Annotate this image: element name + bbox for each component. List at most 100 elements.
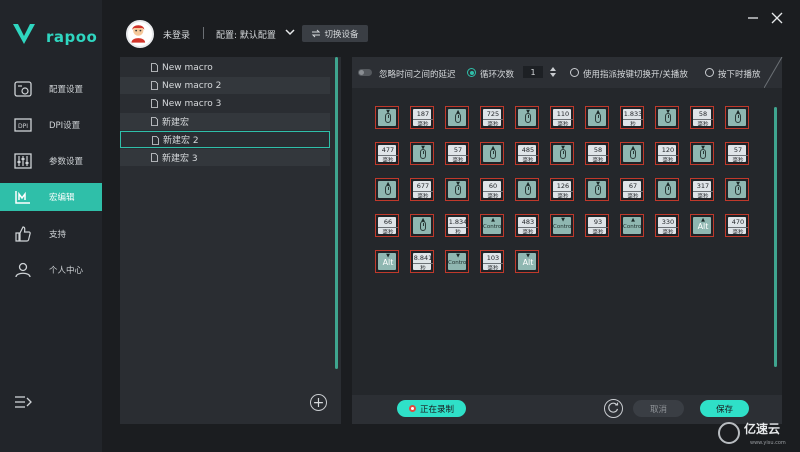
delay-event[interactable]: 470 毫秒 [725,214,749,237]
sidebar-item-macro[interactable]: 宏编辑 [0,183,102,211]
mouse-up-event[interactable]: ▲ [655,178,679,201]
file-icon [151,117,158,126]
key-up-event[interactable]: ▲ Control [620,214,644,237]
save-button[interactable]: 保存 [700,400,749,417]
spinner-arrows-icon[interactable] [550,66,556,78]
macro-list-item[interactable]: 新建宏 3 [120,149,330,166]
delay-event[interactable]: 677 毫秒 [410,178,434,201]
mouse-down-event[interactable]: ▼ [690,142,714,165]
delay-event[interactable]: 317 毫秒 [690,178,714,201]
delay-event[interactable]: 725 毫秒 [480,106,504,129]
event-grid-scrollbar[interactable] [774,107,777,367]
close-icon[interactable] [771,12,783,24]
mouse-up-event[interactable]: ▲ [410,214,434,237]
ignore-delay-toggle[interactable] [358,69,372,76]
delay-event[interactable]: 110 毫秒 [550,106,574,129]
collapse-menu-icon[interactable] [14,394,32,410]
loop-radio[interactable] [467,68,476,77]
delay-event[interactable]: 485 毫秒 [515,142,539,165]
record-dot-icon [408,405,416,412]
swap-icon [312,29,321,38]
mouse-down-event[interactable]: ▼ [550,142,574,165]
key-down-event[interactable]: ▼ Control [550,214,574,237]
mouse-down-event[interactable]: ▼ [585,178,609,201]
delay-event[interactable]: 187 毫秒 [410,106,434,129]
mouse-down-event[interactable]: ▼ [725,178,749,201]
sidebar-item-label: DPI设置 [49,121,81,131]
switch-device-button[interactable]: 切换设备 [302,25,368,42]
delay-event[interactable]: 57 毫秒 [725,142,749,165]
cancel-button[interactable]: 取消 [633,400,684,417]
macro-list-item[interactable]: New macro [120,59,330,76]
key-name: Control [483,224,503,230]
mouse-up-icon: ▲ [518,181,536,198]
record-button[interactable]: 正在录制 [397,400,466,417]
macro-list-item[interactable]: New macro 2 [120,77,330,94]
chevron-down-icon[interactable] [284,26,296,38]
mouse-down-event[interactable]: ▼ [375,106,399,129]
mouse-down-icon: ▼ [518,109,536,126]
mouse-up-icon: ▲ [658,181,676,198]
mouse-down-event[interactable]: ▼ [655,106,679,129]
arrow-icon: ▲ [491,217,495,223]
mouse-down-event[interactable]: ▼ [410,142,434,165]
macro-list-scrollbar[interactable] [335,57,338,369]
delay-event[interactable]: 67 毫秒 [620,178,644,201]
delay-event[interactable]: 8.841 秒 [410,250,434,273]
delay-event[interactable]: 477 毫秒 [375,142,399,165]
mouse-up-event[interactable]: ▲ [620,142,644,165]
delay-value: 103 [486,254,500,262]
delay-event[interactable]: 93 毫秒 [585,214,609,237]
delay-event[interactable]: 58 毫秒 [690,106,714,129]
key-name: Control [448,260,468,266]
macro-list-item[interactable]: New macro 3 [120,95,330,112]
key-down-event[interactable]: ▼ Alt [375,250,399,273]
delay-event[interactable]: 1.834 秒 [445,214,469,237]
mouse-icon [560,149,566,159]
delay-event[interactable]: 103 毫秒 [480,250,504,273]
macro-list-item[interactable]: 新建宏 2 [120,131,330,148]
mouse-up-event[interactable]: ▲ [445,106,469,129]
delay-event[interactable]: 330 毫秒 [655,214,679,237]
mouse-up-event[interactable]: ▲ [375,178,399,201]
sidebar-item-support[interactable]: 支持 [0,220,102,248]
sidebar-item-dpi[interactable]: DPI DPI设置 [0,111,102,139]
mouse-up-event[interactable]: ▲ [515,178,539,201]
mouse-up-event[interactable]: ▲ [480,142,504,165]
mouse-down-event[interactable]: ▼ [515,106,539,129]
toggle-play-radio[interactable] [570,68,579,77]
refresh-icon[interactable] [604,399,623,418]
delay-value: 126 [556,182,570,190]
delay-unit: 毫秒 [588,227,608,236]
mouse-up-event[interactable]: ▲ [585,106,609,129]
mouse-down-icon: ▼ [588,181,606,198]
mouse-down-icon: ▼ [413,145,431,162]
delay-event[interactable]: 57 毫秒 [445,142,469,165]
key-down-event[interactable]: ▼ Alt [515,250,539,273]
delay-event[interactable]: 60 毫秒 [480,178,504,201]
sidebar-item-personal[interactable]: 个人中心 [0,256,102,284]
sidebar-item-params[interactable]: 参数设置 [0,147,102,175]
loop-count-input[interactable]: 1 [523,66,543,78]
profile-selector[interactable]: 配置: 默认配置 [216,28,276,41]
macro-list-item[interactable]: 新建宏 [120,113,330,130]
sidebar-item-config[interactable]: 配置设置 [0,75,102,103]
delay-event[interactable]: 66 毫秒 [375,214,399,237]
delay-event[interactable]: 1.833 秒 [620,106,644,129]
key-up-event[interactable]: ▲ Control [480,214,504,237]
hold-play-radio[interactable] [705,68,714,77]
delay-event[interactable]: 483 毫秒 [515,214,539,237]
mouse-up-event[interactable]: ▲ [725,106,749,129]
delay-unit: 毫秒 [693,119,713,128]
mouse-down-event[interactable]: ▼ [445,178,469,201]
delay-event[interactable]: 120 毫秒 [655,142,679,165]
avatar[interactable] [126,20,154,48]
minimize-icon[interactable] [747,12,759,24]
login-status[interactable]: 未登录 [163,28,190,41]
delay-event[interactable]: 126 毫秒 [550,178,574,201]
key-up-event[interactable]: ▲ Alt [690,214,714,237]
add-macro-button[interactable]: + [310,394,327,411]
rapoo-v-logo-icon [13,24,35,44]
key-down-event[interactable]: ▼ Control [445,250,469,273]
delay-event[interactable]: 58 毫秒 [585,142,609,165]
